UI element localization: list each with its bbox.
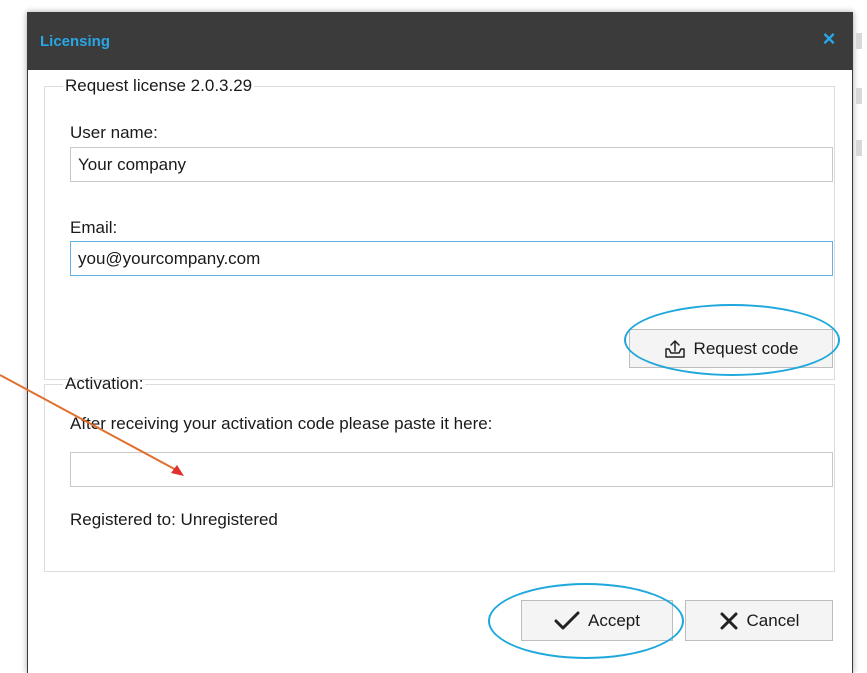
background-edge-mark — [856, 88, 862, 104]
cancel-button[interactable]: Cancel — [685, 600, 833, 641]
registered-status: Registered to: Unregistered — [70, 510, 278, 529]
accept-button[interactable]: Accept — [521, 600, 673, 641]
email-label: Email: — [70, 218, 118, 237]
activation-code-field[interactable] — [70, 452, 833, 487]
accept-label: Accept — [588, 610, 640, 630]
checkmark-icon — [554, 611, 580, 631]
x-mark-icon — [719, 611, 739, 631]
dialog-title: Licensing — [40, 33, 111, 50]
cancel-label: Cancel — [746, 610, 800, 630]
request-code-label: Request code — [693, 338, 799, 358]
background-edge-mark — [856, 33, 862, 49]
email-field[interactable] — [70, 241, 833, 276]
close-icon: × — [822, 26, 836, 51]
request-license-legend: Request license 2.0.3.29 — [65, 76, 253, 95]
licensing-dialog: Licensing × Request license 2.0.3.29 Use… — [27, 12, 853, 673]
close-button[interactable]: × — [816, 26, 842, 52]
background-edge-mark — [856, 140, 862, 156]
title-bar: Licensing × — [28, 12, 852, 70]
activation-instructions: After receiving your activation code ple… — [70, 414, 493, 433]
username-field[interactable] — [70, 147, 833, 182]
username-label: User name: — [70, 123, 158, 142]
upload-tray-icon — [664, 339, 686, 359]
activation-legend: Activation: — [65, 374, 144, 393]
request-code-button[interactable]: Request code — [629, 329, 833, 368]
